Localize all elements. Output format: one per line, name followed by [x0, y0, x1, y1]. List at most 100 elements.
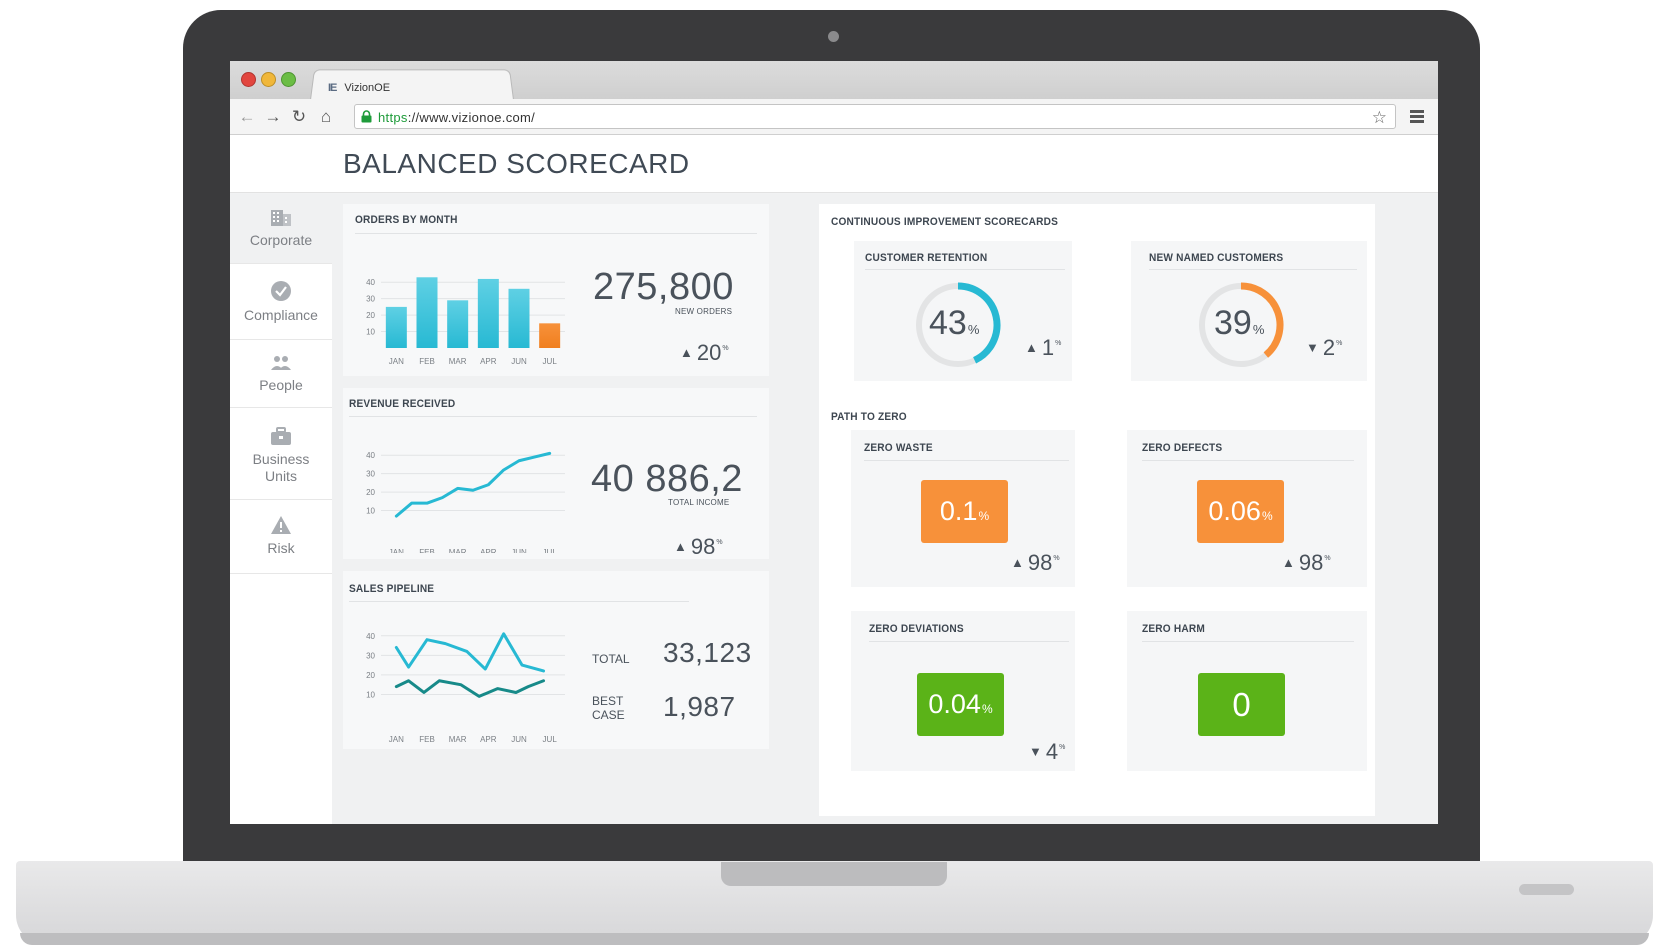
sidebar-item-compliance[interactable]: Compliance — [230, 264, 332, 340]
page-header: BALANCED SCORECARD — [230, 135, 1438, 193]
zero-defects-title: ZERO DEFECTS — [1142, 442, 1223, 454]
x-tick-label: MAR — [449, 735, 467, 744]
revenue-sublabel: TOTAL INCOME — [668, 498, 730, 507]
down-triangle-icon: ▼ — [1029, 744, 1042, 759]
warning-icon — [271, 516, 291, 534]
x-tick-label: FEB — [419, 548, 435, 553]
revenue-value: 40 886,2 — [591, 458, 743, 500]
zero-waste-delta: ▲ 98% — [1011, 550, 1060, 575]
sidebar-item-people[interactable]: People — [230, 340, 332, 408]
path-to-zero-title: PATH TO ZERO — [831, 411, 907, 423]
sidebar-item-label: Business Units — [252, 451, 310, 484]
maximize-window-button[interactable] — [281, 72, 296, 87]
favicon-icon: IE — [328, 82, 337, 94]
y-tick-label: 10 — [366, 328, 375, 337]
x-tick-label: MAR — [449, 548, 467, 553]
browser-window: IE VizionOE ← → ↻ ⌂ https://www.vizionoe… — [230, 61, 1438, 824]
customer-retention-delta: ▲ 1% — [1025, 335, 1062, 360]
pipeline-title: SALES PIPELINE — [349, 583, 435, 595]
orders-sublabel: NEW ORDERS — [675, 307, 733, 316]
minimize-window-button[interactable] — [261, 72, 276, 87]
building-icon — [271, 210, 291, 226]
forward-arrow-icon[interactable]: → — [262, 106, 284, 128]
bar-jun — [508, 288, 530, 348]
scorecards-title: CONTINUOUS IMPROVEMENT SCORECARDS — [831, 216, 1059, 228]
orders-card: ORDERS BY MONTH 10 20 30 40 JAN FEB MAR APR JUN J… — [343, 204, 769, 376]
y-tick-label: 30 — [366, 470, 375, 479]
tab-title: VizionOE — [344, 82, 391, 94]
zero-deviations-title: ZERO DEVIATIONS — [869, 623, 964, 635]
zero-defects-value-box: 0.06% — [1197, 480, 1284, 543]
home-icon[interactable]: ⌂ — [315, 106, 337, 128]
scorecards-panel: CONTINUOUS IMPROVEMENT SCORECARDS CUSTOM… — [819, 204, 1375, 816]
customer-retention-title: CUSTOMER RETENTION — [865, 252, 988, 264]
y-tick-label: 10 — [366, 507, 375, 516]
best-case-value: 1,987 — [663, 691, 736, 722]
bar-feb — [416, 277, 438, 348]
x-tick-label: JUL — [543, 357, 558, 366]
revenue-series-line — [394, 451, 552, 518]
back-arrow-icon[interactable]: ← — [236, 106, 258, 128]
x-tick-label: JAN — [389, 548, 404, 553]
customer-retention-card: CUSTOMER RETENTION 43% ▲ 1% — [854, 241, 1072, 381]
zero-waste-value-box: 0.1% — [921, 480, 1008, 543]
pipeline-card: SALES PIPELINE 10 20 30 40 JAN FEB MAR APR JUN JU… — [343, 571, 769, 749]
x-tick-label: JAN — [389, 735, 404, 744]
laptop-slot — [1519, 884, 1574, 895]
zero-defects-delta: ▲ 98% — [1282, 550, 1331, 575]
x-tick-label: JUN — [511, 735, 527, 744]
up-triangle-icon: ▲ — [674, 539, 687, 554]
sidebar-item-label: Corporate — [249, 232, 313, 248]
best-case-label: BEST CASE — [592, 694, 625, 722]
close-window-button[interactable] — [241, 72, 256, 87]
orders-delta: ▲ 20% — [680, 340, 729, 365]
tab-bar: IE VizionOE — [230, 61, 1438, 101]
y-tick-label: 20 — [366, 488, 375, 497]
sidebar-item-label: Risk — [267, 540, 295, 556]
x-tick-label: JUN — [511, 357, 527, 366]
x-tick-label: APR — [480, 357, 497, 366]
sidebar-item-corporate[interactable]: Corporate — [230, 194, 332, 264]
revenue-line-chart: 10 20 30 40 JAN FEB MAR APR JUN JUL — [366, 451, 565, 553]
y-tick-label: 30 — [366, 295, 375, 304]
bar-mar — [447, 300, 469, 348]
zero-waste-card: ZERO WASTE 0.1% ▲ 98% — [851, 430, 1075, 587]
camera-dot — [828, 31, 839, 42]
zero-deviations-card: ZERO DEVIATIONS 0.04% ▼ 4% — [851, 611, 1075, 771]
zero-waste-title: ZERO WASTE — [864, 442, 933, 454]
page-title: BALANCED SCORECARD — [343, 148, 690, 179]
sidebar: Corporate Compliance People Business Uni… — [230, 194, 332, 824]
zero-harm-title: ZERO HARM — [1142, 623, 1205, 635]
revenue-delta: ▲ 98% — [674, 534, 723, 559]
sidebar-item-label: Compliance — [244, 307, 318, 323]
orders-bar-chart: 10 20 30 40 JAN FEB MAR APR JUN JUL — [366, 277, 565, 366]
tab-content: IE VizionOE — [328, 78, 390, 98]
lock-icon — [361, 110, 372, 123]
y-tick-label: 20 — [366, 311, 375, 320]
menu-icon[interactable] — [1410, 110, 1424, 123]
sidebar-item-label: People — [259, 377, 303, 393]
new-named-customers-card: NEW NAMED CUSTOMERS 39% ▼ 2% — [1131, 241, 1367, 381]
sidebar-item-risk[interactable]: Risk — [230, 500, 332, 574]
x-tick-label: APR — [480, 548, 497, 553]
zero-harm-card: ZERO HARM 0 — [1127, 611, 1367, 771]
up-triangle-icon: ▲ — [1011, 555, 1024, 570]
x-tick-label: JAN — [389, 357, 404, 366]
bookmark-star-icon[interactable]: ☆ — [1372, 108, 1387, 128]
orders-title: ORDERS BY MONTH — [355, 214, 458, 226]
divider — [1142, 641, 1354, 642]
total-value: 33,123 — [663, 637, 752, 668]
laptop-base-edge — [20, 933, 1649, 945]
divider — [349, 416, 757, 417]
revenue-title: REVENUE RECEIVED — [349, 398, 456, 410]
sidebar-item-business-units[interactable]: Business Units — [230, 408, 332, 500]
divider — [864, 460, 1069, 461]
bar-jan — [385, 306, 407, 348]
x-tick-label: FEB — [419, 357, 435, 366]
navigation-bar: ← → ↻ ⌂ https://www.vizionoe.com/ ☆ — [230, 99, 1438, 135]
check-circle-icon — [271, 281, 291, 301]
reload-icon[interactable]: ↻ — [288, 106, 310, 128]
revenue-card: REVENUE RECEIVED 10 20 30 40 JAN FEB MAR APR JUN… — [343, 388, 769, 559]
x-tick-label: JUL — [543, 735, 558, 744]
address-bar[interactable]: https://www.vizionoe.com/ ☆ — [354, 104, 1396, 129]
